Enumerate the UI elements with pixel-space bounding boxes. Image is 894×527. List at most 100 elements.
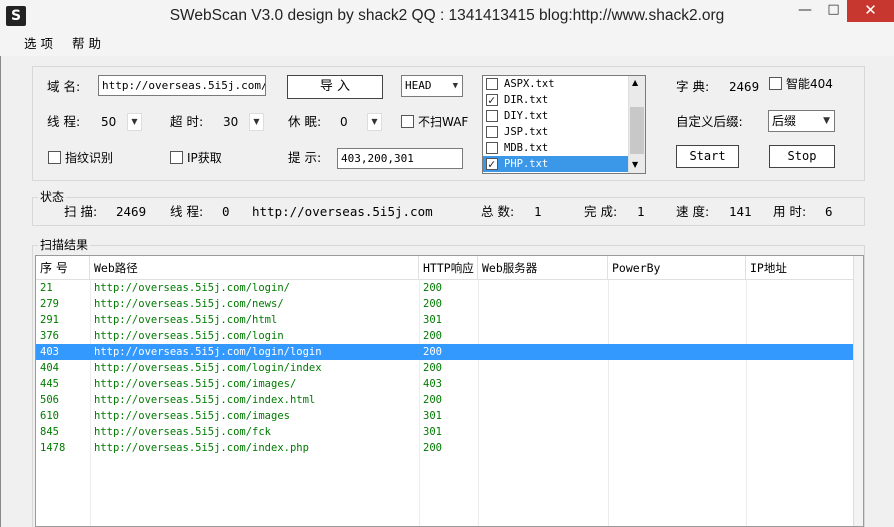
row-number: 445	[40, 378, 59, 390]
dict-checkbox[interactable]	[486, 156, 498, 172]
scan-label: 扫 描:	[64, 204, 98, 219]
minimize-button[interactable]: —	[790, 0, 820, 22]
results-scrollbar[interactable]	[853, 256, 863, 526]
chevron-down-icon[interactable]: ▼	[127, 113, 142, 131]
timeout-stepper[interactable]: 30 ▼	[223, 112, 264, 132]
results-table[interactable]: 序 号 Web路径 HTTP响应 Web服务器 PowerBy IP地址 21 h…	[35, 255, 864, 527]
dict-item[interactable]: DIY.txt	[483, 108, 629, 124]
table-row[interactable]: 21 http://overseas.5i5j.com/login/200	[36, 280, 854, 296]
ip-label: IP获取	[187, 151, 222, 165]
dictionary-list[interactable]: ASPX.txt DIR.txt DIY.txt JSP.txt MDB.txt…	[482, 75, 646, 174]
row-number: 506	[40, 394, 59, 406]
column-header-http[interactable]: HTTP响应	[419, 256, 478, 280]
table-row[interactable]: 1478 http://overseas.5i5j.com/index.php 20…	[36, 440, 854, 456]
smart404-checkbox[interactable]	[769, 77, 782, 90]
suffix-select[interactable]: 后缀 ▼	[768, 110, 835, 132]
suffix-value: 后缀	[772, 114, 797, 128]
row-path: http://overseas.5i5j.com/login	[94, 330, 284, 342]
row-http-code: 200	[423, 282, 442, 294]
scan-value: 2469	[116, 204, 147, 219]
dict-checkbox[interactable]	[486, 78, 498, 90]
dict-checkbox[interactable]	[486, 126, 498, 138]
table-row[interactable]: 506 http://overseas.5i5j.com/index.html 20…	[36, 392, 854, 408]
column-header-ip[interactable]: IP地址	[746, 256, 854, 280]
row-http-code: 200	[423, 442, 442, 454]
total-label: 总 数:	[481, 204, 515, 219]
column-header-no[interactable]: 序 号	[36, 256, 90, 280]
window-title: SWebScan V3.0 design by shack2 QQ : 1341…	[169, 7, 725, 24]
fingerprint-checkbox[interactable]	[48, 151, 61, 164]
threads-label: 线 程:	[47, 114, 81, 129]
timeout-label: 超 时:	[170, 114, 204, 129]
table-row[interactable]: 279 http://overseas.5i5j.com/news/200	[36, 296, 854, 312]
start-button[interactable]: Start	[676, 145, 739, 168]
scrollbar-thumb[interactable]	[630, 107, 644, 154]
row-path: http://overseas.5i5j.com/fck	[94, 426, 272, 438]
time-label: 用 时:	[773, 204, 807, 219]
menu-bar: 选 项 帮 助	[0, 32, 894, 56]
row-number: 610	[40, 410, 59, 422]
row-number: 291	[40, 314, 59, 326]
chevron-down-icon[interactable]: ▼	[249, 113, 264, 131]
table-row[interactable]: 445 http://overseas.5i5j.com/images/403	[36, 376, 854, 392]
dict-label: 字 典:	[676, 79, 710, 94]
threads-stepper[interactable]: 50 ▼	[101, 112, 142, 132]
done-label: 完 成:	[584, 204, 618, 219]
dict-item-name: PHP.txt	[504, 158, 549, 170]
chevron-down-icon[interactable]: ▼	[632, 160, 638, 169]
column-header-server[interactable]: Web服务器	[478, 256, 608, 280]
dict-item[interactable]: ASPX.txt	[483, 76, 629, 92]
results-title: 扫描结果	[38, 236, 91, 253]
dict-checkbox[interactable]	[486, 142, 498, 154]
row-path: http://overseas.5i5j.com/login/index	[94, 362, 322, 374]
close-button[interactable]: ✕	[847, 0, 894, 22]
row-number: 404	[40, 362, 59, 374]
smart404-label: 智能404	[786, 77, 833, 91]
column-header-path[interactable]: Web路径	[90, 256, 419, 280]
total-value: 1	[534, 204, 542, 219]
row-path: http://overseas.5i5j.com/index.html	[94, 394, 316, 406]
row-number: 279	[40, 298, 59, 310]
done-value: 1	[637, 204, 645, 219]
row-path: http://overseas.5i5j.com/images	[94, 410, 290, 422]
row-http-code: 403	[423, 378, 442, 390]
chevron-up-icon[interactable]: ▲	[632, 78, 638, 87]
row-number: 376	[40, 330, 59, 342]
dict-item-name: JSP.txt	[504, 126, 549, 138]
menu-help[interactable]: 帮 助	[72, 32, 101, 56]
hint-input[interactable]: 403,200,301	[337, 148, 463, 169]
row-path: http://overseas.5i5j.com/news/	[94, 298, 284, 310]
row-http-code: 200	[423, 330, 442, 342]
no-waf-label: 不扫WAF	[418, 115, 469, 129]
table-row[interactable]: 376 http://overseas.5i5j.com/login 200	[36, 328, 854, 344]
chevron-down-icon[interactable]: ▼	[367, 113, 382, 131]
table-row[interactable]: 403 http://overseas.5i5j.com/login/login 2…	[36, 344, 854, 360]
sleep-stepper[interactable]: 0 ▼	[340, 112, 382, 132]
dict-item[interactable]: PHP.txt	[483, 156, 629, 172]
dict-item[interactable]: JSP.txt	[483, 124, 629, 140]
row-http-code: 200	[423, 394, 442, 406]
row-http-code: 301	[423, 410, 442, 422]
dict-item[interactable]: DIR.txt	[483, 92, 629, 108]
import-button[interactable]: 导 入	[287, 75, 383, 99]
sleep-value: 0	[340, 115, 348, 129]
menu-options[interactable]: 选 项	[24, 32, 53, 56]
table-row[interactable]: 610 http://overseas.5i5j.com/images 301	[36, 408, 854, 424]
maximize-button[interactable]: □	[820, 0, 847, 22]
dict-checkbox[interactable]	[486, 110, 498, 122]
no-waf-checkbox[interactable]	[401, 115, 414, 128]
domain-input[interactable]: http://overseas.5i5j.com/	[98, 75, 266, 96]
ip-checkbox[interactable]	[170, 151, 183, 164]
dict-item[interactable]: MDB.txt	[483, 140, 629, 156]
table-row[interactable]: 291 http://overseas.5i5j.com/html 301	[36, 312, 854, 328]
row-http-code: 301	[423, 314, 442, 326]
speed-value: 141	[729, 204, 752, 219]
stop-button[interactable]: Stop	[769, 145, 835, 168]
column-header-powerby[interactable]: PowerBy	[608, 256, 746, 280]
dict-checkbox[interactable]	[486, 92, 498, 108]
row-number: 1478	[40, 442, 66, 454]
dictionary-scrollbar[interactable]: ▲ ▼	[628, 76, 645, 173]
table-row[interactable]: 845 http://overseas.5i5j.com/fck 301	[36, 424, 854, 440]
table-row[interactable]: 404 http://overseas.5i5j.com/login/index 2…	[36, 360, 854, 376]
method-select[interactable]: HEAD ▼	[401, 75, 463, 97]
